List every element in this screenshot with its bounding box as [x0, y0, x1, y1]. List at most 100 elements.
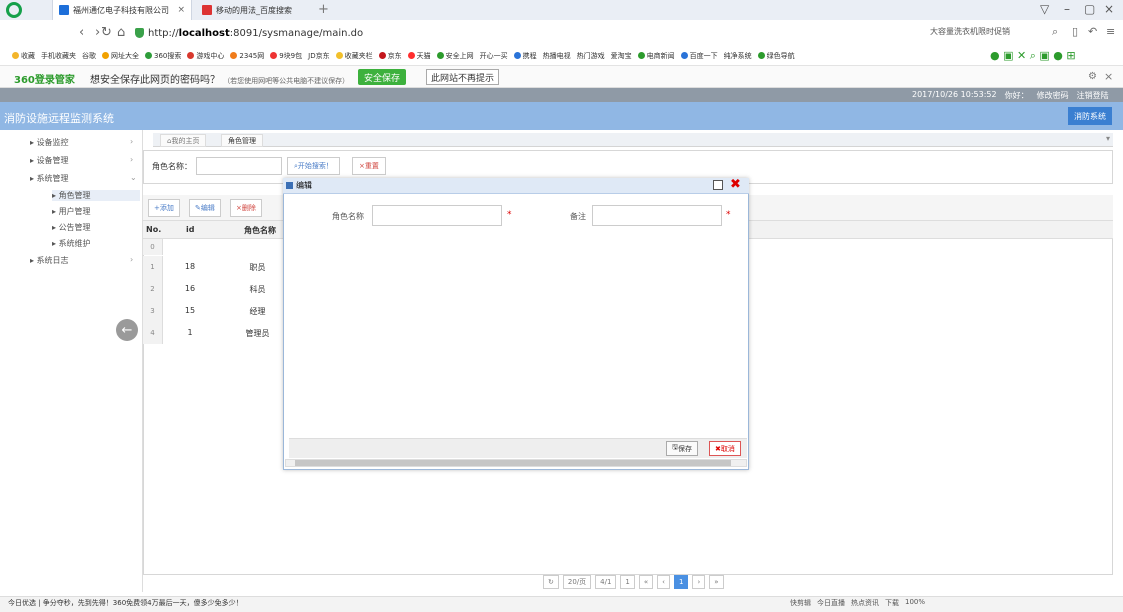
scrollbar-thumb[interactable]: [295, 460, 731, 466]
url-field[interactable]: http://localhost:8091/sysmanage/main.do: [135, 25, 363, 41]
bookmark-item[interactable]: 开心一买: [480, 51, 508, 61]
bookmark-item[interactable]: 游戏中心: [187, 51, 224, 61]
bookmark-item[interactable]: 谷歌: [82, 51, 96, 61]
forward-icon[interactable]: ›: [95, 25, 100, 40]
delete-button[interactable]: × 删除: [230, 199, 262, 217]
new-tab-icon[interactable]: +: [318, 2, 329, 17]
bookmark-item[interactable]: 9块9包: [270, 51, 302, 61]
sidebar-item-system-log[interactable]: ▸ 系统日志: [30, 255, 69, 266]
next-page-icon[interactable]: ›: [692, 575, 706, 589]
cell-id[interactable]: 18: [170, 262, 210, 271]
bookmark-item[interactable]: 百度一下: [680, 51, 718, 61]
zoom-level[interactable]: 100%: [905, 598, 925, 608]
no-more-prompt-button[interactable]: 此网站不再提示: [426, 69, 500, 85]
cell-role-name[interactable]: 职员: [230, 262, 285, 273]
current-page-button[interactable]: 1: [673, 575, 689, 589]
bookmark-item[interactable]: 热播电视: [543, 51, 571, 61]
collapse-arrow-icon[interactable]: ←: [116, 319, 138, 341]
prev-page-icon[interactable]: ‹: [657, 575, 670, 589]
sidebar-item-device-monitor[interactable]: ▸ 设备监控: [30, 137, 69, 148]
search-icon[interactable]: ⌕: [1052, 25, 1058, 39]
bookmark-item[interactable]: 2345网: [230, 51, 264, 61]
page-input[interactable]: 1: [620, 575, 635, 589]
tab-baidu[interactable]: 移动的用法_百度搜索: [196, 0, 311, 20]
settings-gear-icon[interactable]: ⚙: [1088, 71, 1097, 82]
cell-role-name[interactable]: 科员: [230, 284, 285, 295]
home-icon[interactable]: ⌂: [117, 25, 125, 40]
tab-role-manage[interactable]: 角色管理: [221, 134, 263, 147]
tabs-dropdown-icon[interactable]: ▾: [1106, 134, 1110, 143]
column-header-no[interactable]: No.: [146, 225, 161, 234]
system-title: 消防设施远程监测系统: [4, 112, 114, 125]
sidebar-item-device-manage[interactable]: ▸ 设备管理: [30, 155, 69, 166]
bookmark-item[interactable]: 360搜索: [145, 51, 181, 61]
cell-id[interactable]: 15: [170, 306, 210, 315]
download-item[interactable]: 下载: [885, 598, 899, 608]
save-button[interactable]: 🖫 保存: [666, 441, 698, 456]
cell-id[interactable]: 16: [170, 284, 210, 293]
bookmark-item[interactable]: 热门游戏: [577, 51, 605, 61]
fire-system-button[interactable]: 消防系统: [1068, 107, 1112, 125]
status-tools: 快剪辑 今日直播 热点资讯 下载 100%: [790, 598, 925, 608]
close-dialog-icon[interactable]: ✖: [730, 177, 741, 192]
undo-icon[interactable]: ↶: [1088, 25, 1097, 38]
news-item[interactable]: 热点资讯: [851, 598, 879, 608]
refresh-icon[interactable]: ↻: [543, 575, 559, 589]
close-tab-icon[interactable]: ×: [177, 5, 185, 15]
reset-button[interactable]: × 重置: [352, 157, 386, 175]
bookmark-item[interactable]: 手机收藏夹: [41, 51, 76, 61]
bookmark-item[interactable]: 京东: [378, 51, 402, 61]
role-name-field[interactable]: [372, 205, 502, 226]
column-header-role-name[interactable]: 角色名称: [244, 225, 276, 236]
cell-id[interactable]: 1: [170, 328, 210, 337]
reload-icon[interactable]: ↻: [101, 25, 112, 40]
close-window-icon[interactable]: ×: [1104, 2, 1114, 16]
first-page-icon[interactable]: «: [638, 575, 654, 589]
maximize-icon[interactable]: ▢: [1084, 2, 1095, 16]
live-item[interactable]: 今日直播: [817, 598, 845, 608]
sidebar-item-notice-manage[interactable]: ▸ 公告管理: [52, 222, 91, 233]
extension-icons[interactable]: ● ▣ ✕ ⌕ ▣ ● ⊞: [990, 49, 1076, 63]
back-icon[interactable]: ‹: [79, 25, 84, 40]
tab-company[interactable]: 福州通亿电子科技有限公司 ×: [52, 0, 192, 20]
logout-link[interactable]: 注销登陆: [1077, 90, 1109, 101]
bookmark-item[interactable]: 安全上网: [436, 51, 474, 61]
sidebar-item-system-manage[interactable]: ▸ 系统管理: [30, 173, 69, 184]
bookmark-item[interactable]: 天猫: [407, 51, 431, 61]
page-size-select[interactable]: 20/页: [562, 575, 592, 589]
bookmark-item[interactable]: 爱淘宝: [611, 51, 632, 61]
role-name-search-input[interactable]: [196, 157, 282, 175]
maximize-dialog-icon[interactable]: [713, 180, 723, 190]
add-button[interactable]: + 添加: [148, 199, 180, 217]
sidebar-item-system-maint[interactable]: ▸ 系统维护: [52, 238, 91, 249]
cell-role-name[interactable]: 经理: [230, 306, 285, 317]
edit-button[interactable]: ✎ 编辑: [189, 199, 221, 217]
cell-role-name[interactable]: 管理员: [230, 328, 285, 339]
bookmark-item[interactable]: 电商新闻: [637, 51, 675, 61]
bookmark-item[interactable]: 收藏夹栏: [335, 51, 373, 61]
start-search-button[interactable]: ⌕ 开始搜索！: [287, 157, 340, 175]
bookmark-item[interactable]: 绿色导航: [757, 51, 795, 61]
safe-save-button[interactable]: 安全保存: [358, 69, 407, 85]
restore-icon[interactable]: ▽: [1040, 2, 1049, 16]
bookmark-item[interactable]: JD京东: [308, 51, 329, 61]
status-promo[interactable]: 今日优选 | 争分夺秒，先到先得！360免费领4万最后一天，傻多少免多少！: [8, 598, 243, 608]
change-password-link[interactable]: 修改密码: [1037, 90, 1069, 101]
bookmark-item[interactable]: 纯净系统: [724, 51, 752, 61]
sidebar-item-user-manage[interactable]: ▸ 用户管理: [52, 206, 91, 217]
tab-home[interactable]: ⌂ 我的主页: [160, 134, 207, 147]
remark-field[interactable]: [592, 205, 722, 226]
reading-icon[interactable]: ▯: [1072, 25, 1078, 38]
last-page-icon[interactable]: »: [709, 575, 724, 589]
close-bar-icon[interactable]: ×: [1104, 70, 1113, 83]
menu-icon[interactable]: ≡: [1106, 25, 1115, 38]
minimize-icon[interactable]: –: [1064, 2, 1070, 16]
column-header-id[interactable]: id: [186, 225, 194, 234]
bookmark-item[interactable]: 网址大全: [102, 51, 139, 61]
browser-search-hint[interactable]: 大容量洗衣机限时促销: [930, 26, 1010, 37]
bookmark-item[interactable]: 携程: [513, 51, 537, 61]
cancel-button[interactable]: ✖ 取消: [709, 441, 741, 456]
bookmark-item[interactable]: 收藏: [12, 51, 35, 61]
sidebar-item-role-manage[interactable]: ▸ 角色管理: [52, 190, 140, 201]
quick-edit-item[interactable]: 快剪辑: [790, 598, 811, 608]
